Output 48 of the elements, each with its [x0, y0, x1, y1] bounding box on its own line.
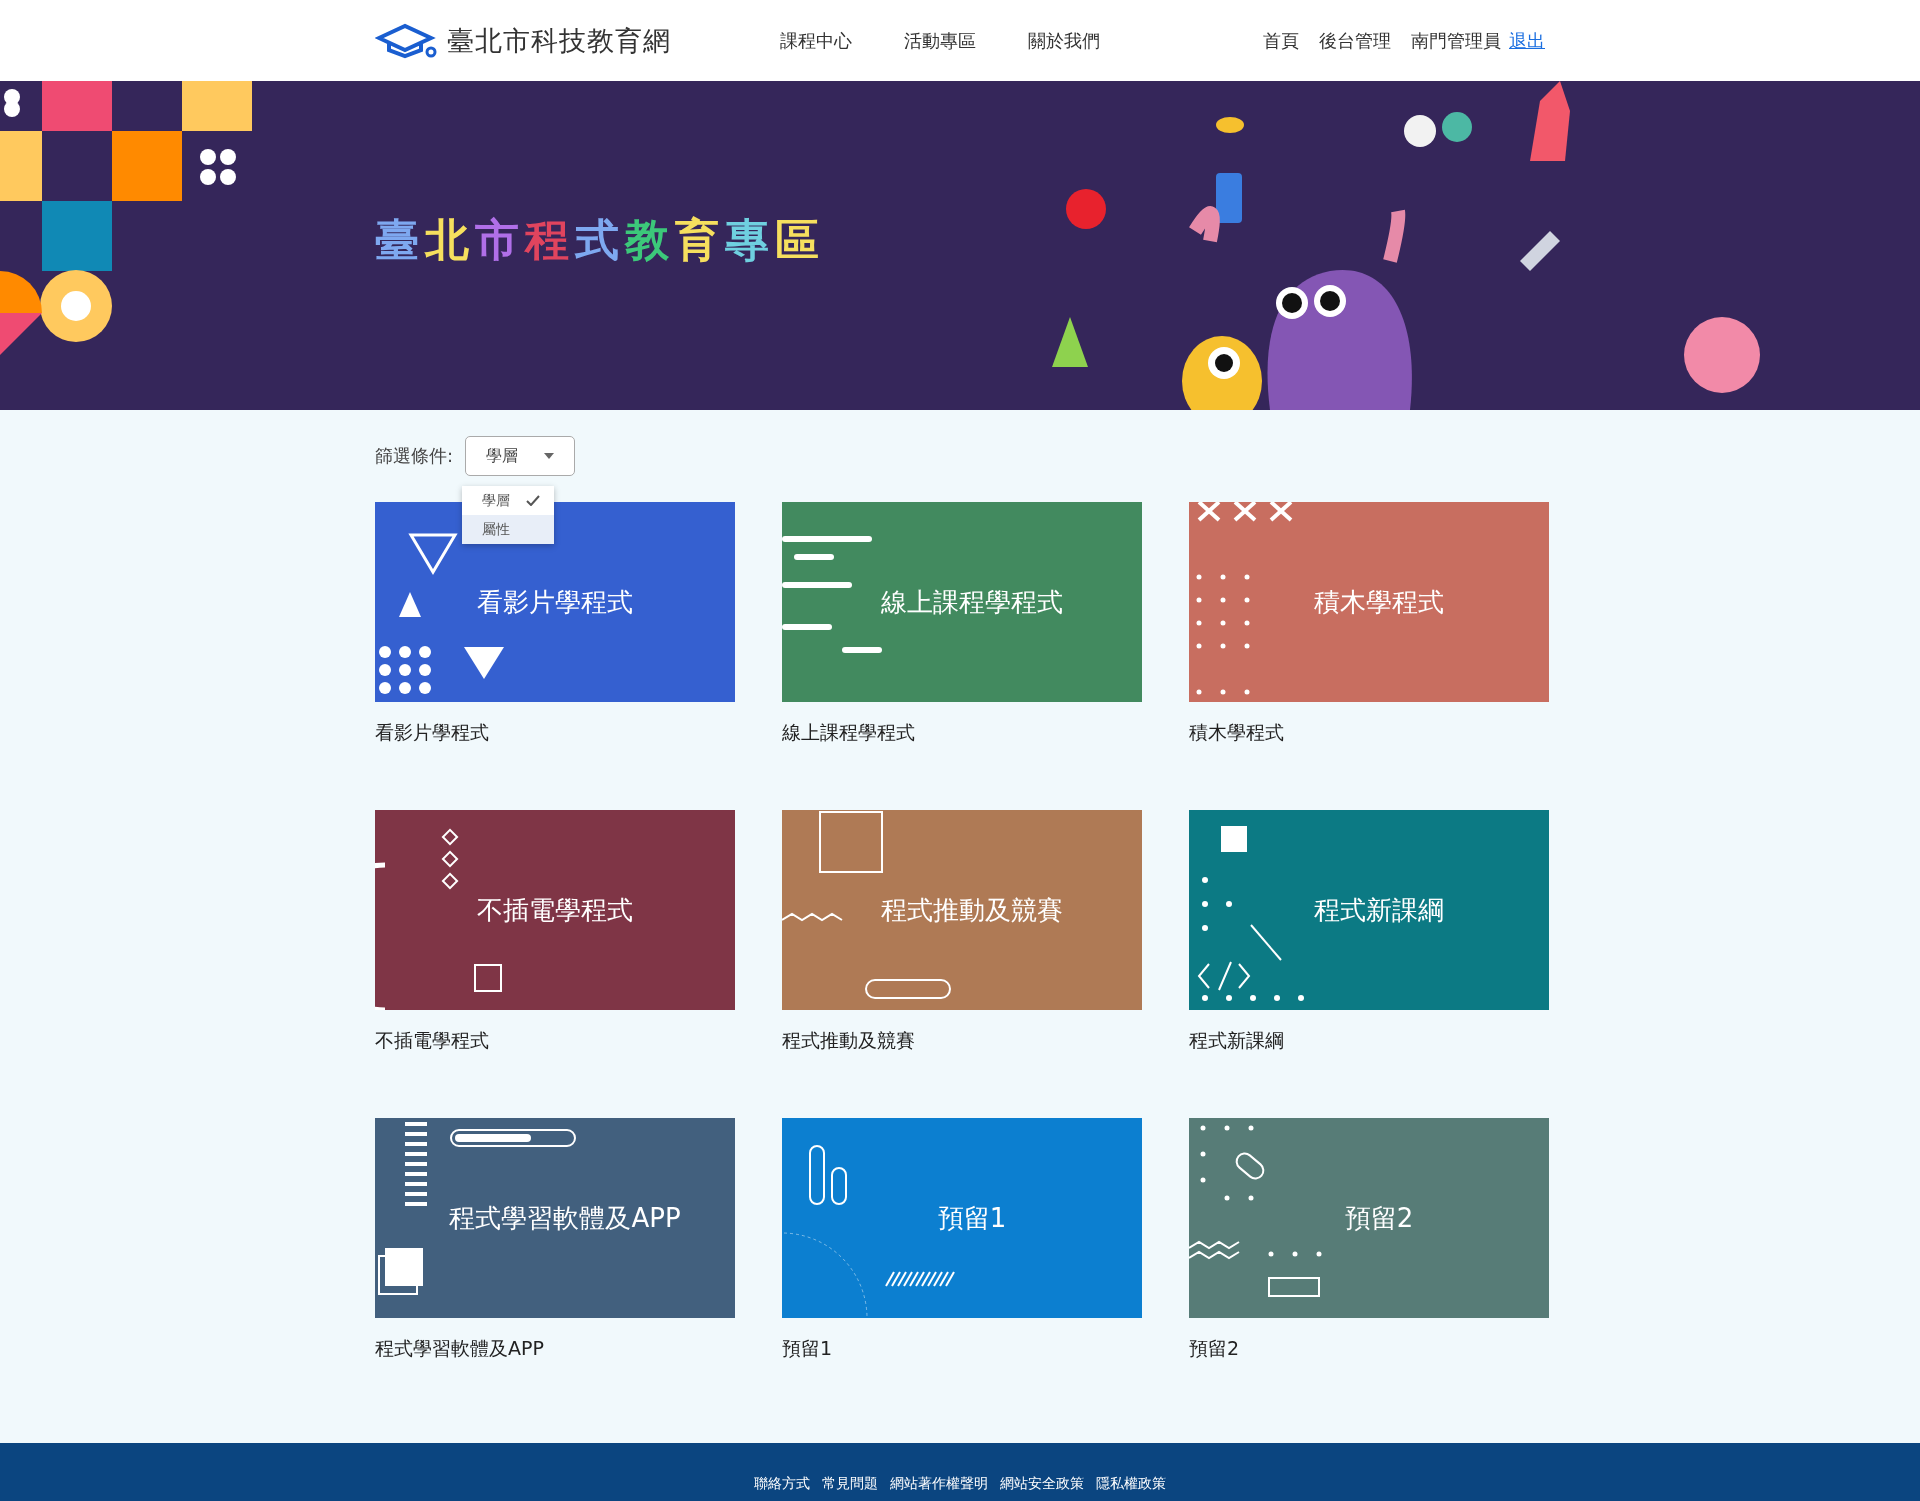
card-title: 預留2	[1343, 1201, 1414, 1235]
footer-link[interactable]: 網站安全政策	[1000, 1475, 1084, 1493]
card-caption: 預留2	[1189, 1336, 1241, 1361]
nav-link[interactable]: 後台管理	[1319, 28, 1391, 53]
card-caption: 線上課程學程式	[782, 720, 916, 745]
category-card[interactable]: 程式學習軟體及APP	[375, 1118, 735, 1318]
user-name: 南門管理員	[1411, 28, 1501, 53]
card-title: 程式學習軟體及APP	[448, 1201, 681, 1235]
category-card[interactable]: 線上課程學程式	[782, 502, 1142, 702]
nav-link[interactable]: 課程中心	[780, 28, 852, 53]
filter-label: 篩選條件:	[375, 444, 454, 468]
logout-link[interactable]: 退出	[1509, 28, 1545, 53]
card-caption: 不插電學程式	[375, 1028, 490, 1053]
nav-link[interactable]: 首頁	[1263, 28, 1299, 53]
nav-link[interactable]: 活動專區	[904, 28, 976, 53]
card-caption: 看影片學程式	[375, 720, 490, 745]
dropdown-option[interactable]: 屬性	[462, 515, 554, 544]
card-title: 線上課程學程式	[880, 585, 1063, 619]
footer-link[interactable]: 聯絡方式	[754, 1475, 810, 1493]
triangle-drawing	[463, 646, 505, 680]
footer-link[interactable]: 常見問題	[822, 1475, 878, 1493]
card-caption: 程式學習軟體及APP	[375, 1336, 545, 1361]
banner-title: 臺北市程式教育專區	[375, 213, 825, 267]
card-caption: 程式推動及競賽	[782, 1028, 916, 1053]
card-caption: 積木學程式	[1189, 720, 1285, 745]
category-card[interactable]: 積木學程式	[1189, 502, 1549, 702]
card-title: 看影片學程式	[477, 585, 633, 619]
check-icon	[526, 495, 540, 506]
card-title: 程式推動及競賽	[880, 893, 1063, 927]
card-caption: 程式新課綱	[1189, 1028, 1285, 1053]
graduation-cap-logo-icon	[375, 21, 437, 60]
filter-dropdown[interactable]: 學層	[465, 436, 576, 476]
category-card[interactable]: 不插電學程式	[375, 810, 735, 1010]
card-caption: 預留1	[782, 1336, 834, 1361]
card-title: 積木學程式	[1313, 585, 1444, 619]
category-card[interactable]: 預留1	[782, 1118, 1142, 1318]
footer-link[interactable]: 網站著作權聲明	[890, 1475, 988, 1493]
card-title: 預留1	[936, 1201, 1007, 1235]
category-card[interactable]: 預留2	[1189, 1118, 1549, 1318]
footer-link[interactable]: 隱私權政策	[1096, 1475, 1166, 1493]
category-card[interactable]: 程式推動及競賽	[782, 810, 1142, 1010]
card-title: 程式新課綱	[1313, 893, 1444, 927]
site-name: 臺北市科技教育網	[447, 23, 671, 58]
nav-link[interactable]: 關於我們	[1028, 28, 1100, 53]
category-card[interactable]: 程式新課綱	[1189, 810, 1549, 1010]
dropdown-option[interactable]: 學層	[462, 486, 554, 515]
card-title: 不插電學程式	[477, 893, 633, 927]
caret-icon	[544, 453, 555, 459]
